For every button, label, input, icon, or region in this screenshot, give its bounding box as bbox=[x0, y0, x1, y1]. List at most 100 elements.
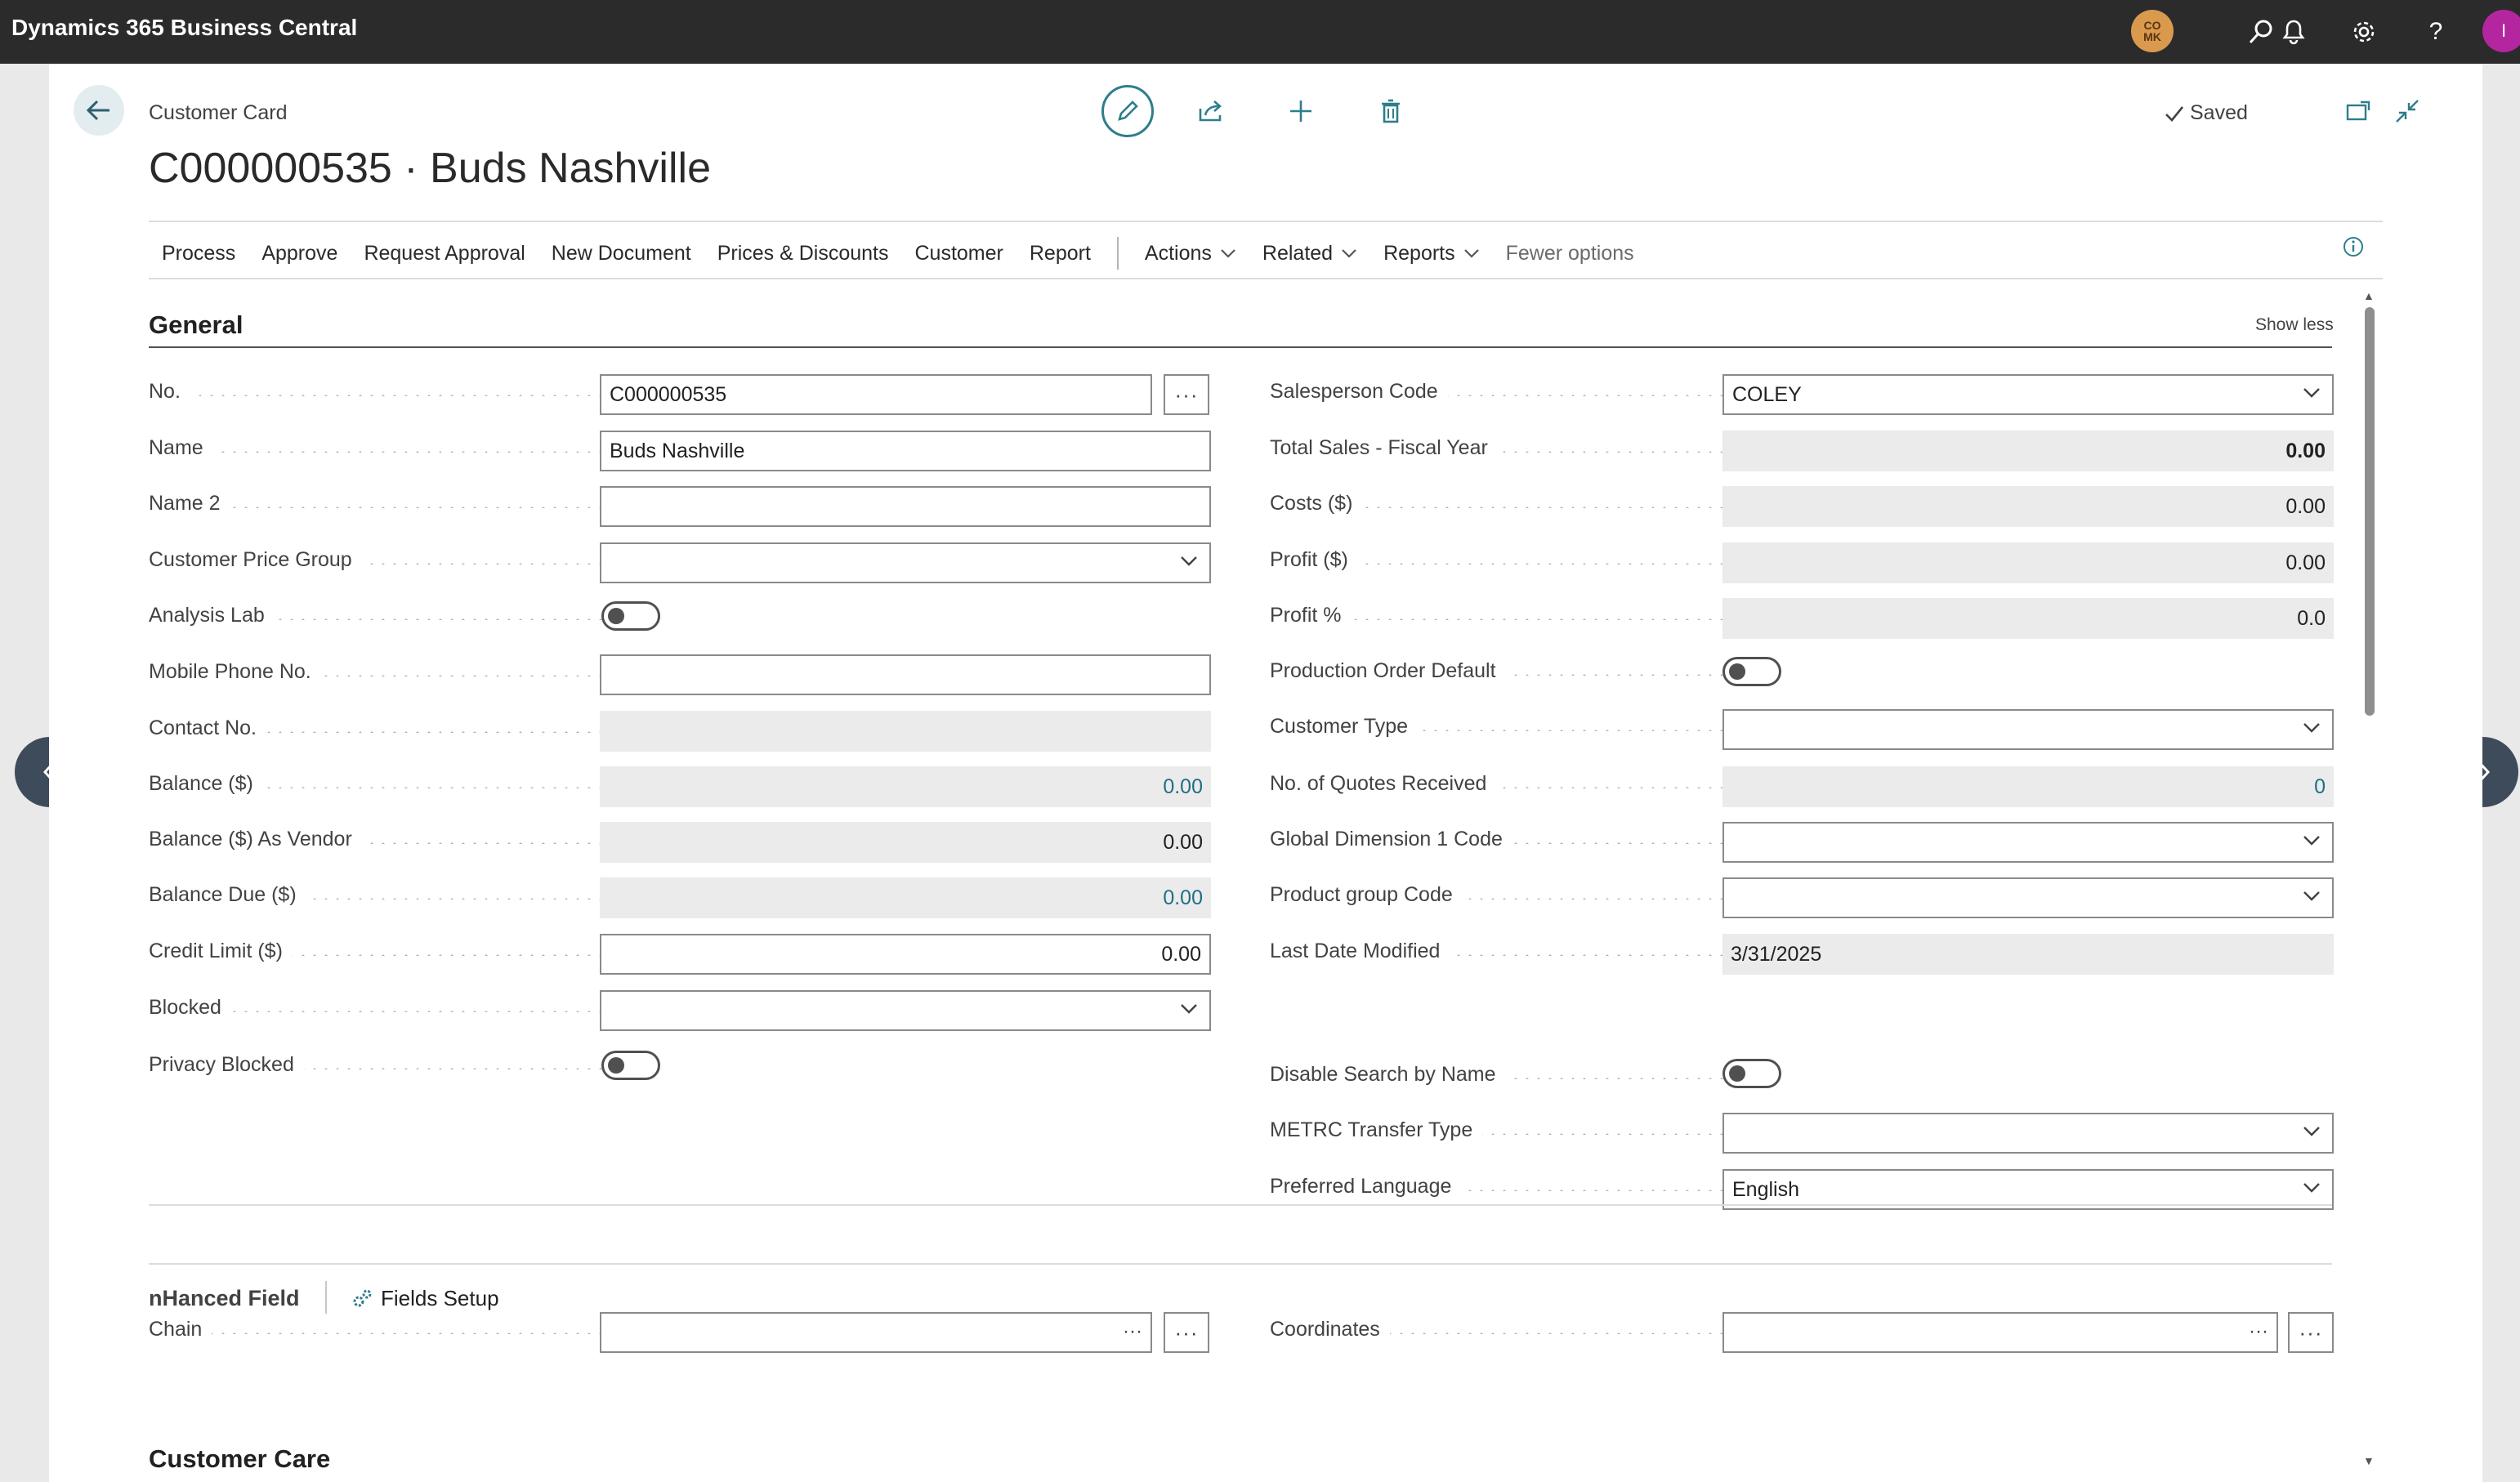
action-new-document[interactable]: New Document bbox=[538, 242, 704, 266]
no-assist-button[interactable]: ··· bbox=[1164, 374, 1209, 415]
label-no-of-quotes-received: No. of Quotes Received bbox=[1270, 770, 1724, 797]
label-global-dimension-1-code: Global Dimension 1 Code bbox=[1270, 825, 1724, 853]
chevron-down-icon bbox=[1181, 556, 1197, 566]
action-process[interactable]: Process bbox=[149, 242, 248, 266]
mobile-phone-field[interactable] bbox=[600, 654, 1211, 695]
scroll-up-arrow[interactable]: ▲ bbox=[2363, 289, 2375, 302]
disable-search-by-name-toggle[interactable] bbox=[1722, 1059, 1781, 1088]
label-last-date-modified: Last Date Modified bbox=[1270, 937, 1724, 965]
gears-icon bbox=[353, 1289, 372, 1306]
trash-icon bbox=[1382, 99, 1400, 123]
coordinates-assist-button[interactable]: ··· bbox=[2288, 1312, 2334, 1353]
new-button[interactable] bbox=[1278, 88, 1324, 134]
chevron-down-icon bbox=[2303, 388, 2320, 398]
menu-related[interactable]: Related bbox=[1249, 242, 1370, 266]
balance-value[interactable]: 0.00 bbox=[600, 766, 1211, 807]
action-report[interactable]: Report bbox=[1016, 242, 1104, 266]
edit-button[interactable] bbox=[1101, 85, 1154, 137]
label-balance-as-vendor: Balance ($) As Vendor bbox=[149, 825, 603, 853]
name-2-field[interactable] bbox=[600, 486, 1211, 527]
collapse-button[interactable] bbox=[2384, 88, 2430, 134]
share-button[interactable] bbox=[1188, 88, 1234, 134]
delete-button[interactable] bbox=[1368, 88, 1414, 134]
name-field[interactable]: Buds Nashville bbox=[600, 431, 1211, 471]
chain-inline-lookup[interactable]: ··· bbox=[1123, 1320, 1142, 1343]
salesperson-code-select[interactable]: COLEY bbox=[1722, 374, 2334, 415]
chevron-down-icon bbox=[2303, 1183, 2320, 1193]
no-field[interactable]: C000000535 bbox=[600, 374, 1152, 415]
menu-actions[interactable]: Actions bbox=[1132, 242, 1249, 266]
chain-field[interactable]: ··· bbox=[600, 1312, 1152, 1353]
coordinates-field[interactable]: ··· bbox=[1722, 1312, 2278, 1353]
label-balance: Balance ($) bbox=[149, 770, 603, 797]
back-button[interactable] bbox=[74, 85, 124, 136]
scrollbar-thumb[interactable] bbox=[2365, 307, 2375, 716]
fields-setup-label: Fields Setup bbox=[381, 1286, 499, 1310]
action-separator bbox=[1116, 237, 1119, 270]
saved-label: Saved bbox=[2190, 101, 2248, 124]
chevron-down-icon bbox=[1221, 249, 1235, 258]
divider bbox=[149, 278, 2383, 279]
customer-price-group-select[interactable] bbox=[600, 542, 1211, 583]
pencil-icon bbox=[1118, 100, 1138, 121]
product-group-code-select[interactable] bbox=[1722, 877, 2334, 918]
analysis-lab-toggle[interactable] bbox=[601, 601, 660, 631]
chevron-down-icon bbox=[1181, 1004, 1197, 1014]
divider bbox=[149, 221, 2383, 222]
info-icon[interactable] bbox=[2342, 235, 2365, 262]
show-less-link[interactable]: Show less bbox=[2255, 315, 2334, 335]
privacy-blocked-toggle[interactable] bbox=[601, 1051, 660, 1080]
last-date-modified-value: 3/31/2025 bbox=[1722, 934, 2334, 975]
section-title-customer-care[interactable]: Customer Care bbox=[149, 1444, 330, 1474]
credit-limit-field[interactable]: 0.00 bbox=[600, 934, 1211, 975]
label-blocked: Blocked bbox=[149, 993, 603, 1021]
checkmark-icon bbox=[2165, 105, 2184, 122]
coordinates-inline-lookup[interactable]: ··· bbox=[2249, 1320, 2268, 1343]
menu-actions-label: Actions bbox=[1144, 241, 1212, 265]
section-title-nhanced-field[interactable]: nHanced Field bbox=[149, 1286, 300, 1311]
quotes-received-value[interactable]: 0 bbox=[1722, 766, 2334, 807]
page-title: C000000535 · Buds Nashville bbox=[149, 145, 711, 192]
action-request-approval[interactable]: Request Approval bbox=[351, 242, 538, 266]
bell-icon[interactable] bbox=[2273, 11, 2314, 52]
app-title[interactable]: Dynamics 365 Business Central bbox=[11, 15, 357, 41]
help-icon[interactable]: ? bbox=[2415, 11, 2456, 52]
profit-percent-value: 0.0 bbox=[1722, 598, 2334, 639]
company-badge[interactable]: CO MK bbox=[2131, 10, 2174, 52]
balance-due-value[interactable]: 0.00 bbox=[600, 877, 1211, 918]
preferred-language-value: English bbox=[1732, 1177, 1799, 1201]
chain-assist-button[interactable]: ··· bbox=[1164, 1312, 1209, 1353]
section-title-general[interactable]: General bbox=[149, 310, 243, 340]
label-mobile-phone-no: Mobile Phone No. bbox=[149, 658, 603, 685]
customer-type-select[interactable] bbox=[1722, 709, 2334, 750]
chevron-down-icon bbox=[1463, 249, 1479, 258]
chevron-down-icon bbox=[2303, 723, 2320, 733]
arrow-left-icon bbox=[87, 100, 109, 121]
menu-reports[interactable]: Reports bbox=[1370, 242, 1493, 266]
blocked-select[interactable] bbox=[600, 990, 1211, 1031]
metrc-transfer-type-select[interactable] bbox=[1722, 1113, 2334, 1154]
share-icon bbox=[1199, 100, 1222, 122]
action-customer[interactable]: Customer bbox=[902, 242, 1016, 266]
label-name: Name bbox=[149, 434, 603, 462]
menu-related-label: Related bbox=[1262, 241, 1334, 265]
open-new-window-icon bbox=[2346, 100, 2370, 121]
action-approve[interactable]: Approve bbox=[248, 242, 351, 266]
production-order-default-toggle[interactable] bbox=[1722, 657, 1781, 686]
label-production-order-default: Production Order Default bbox=[1270, 657, 1724, 685]
label-disable-search-by-name: Disable Search by Name bbox=[1270, 1060, 1724, 1088]
scroll-down-arrow[interactable]: ▼ bbox=[2363, 1454, 2375, 1467]
global-dimension-1-select[interactable] bbox=[1722, 822, 2334, 863]
open-new-window-button[interactable] bbox=[2335, 88, 2381, 134]
fields-setup-button[interactable]: Fields Setup bbox=[350, 1286, 499, 1311]
section-underline bbox=[149, 346, 2332, 348]
label-analysis-lab: Analysis Lab bbox=[149, 601, 603, 629]
label-total-sales-fiscal-year: Total Sales - Fiscal Year bbox=[1270, 434, 1724, 462]
gear-icon[interactable] bbox=[2344, 11, 2384, 52]
user-avatar[interactable]: I bbox=[2482, 10, 2520, 52]
label-coordinates: Coordinates bbox=[1270, 1315, 1724, 1343]
chevron-down-icon bbox=[1342, 249, 1356, 258]
fewer-options-button[interactable]: Fewer options bbox=[1493, 242, 1647, 266]
action-bar: Process Approve Request Approval New Doc… bbox=[149, 235, 1647, 271]
action-prices-discounts[interactable]: Prices & Discounts bbox=[704, 242, 902, 266]
